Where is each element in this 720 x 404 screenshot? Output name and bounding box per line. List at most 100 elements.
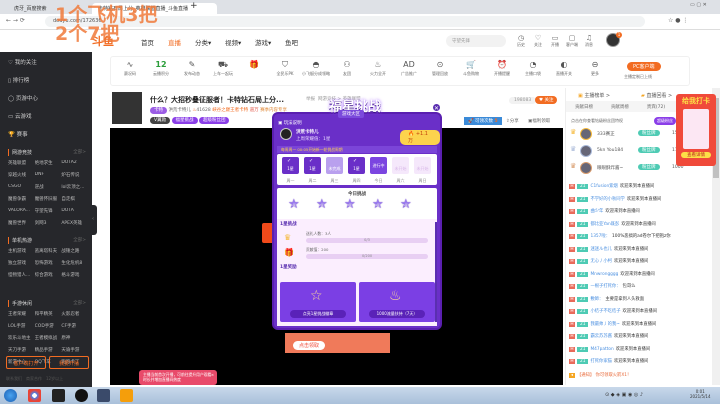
pc-client-button[interactable]: PC客户端 <box>627 62 661 71</box>
nav-home[interactable]: 首页 <box>141 37 154 47</box>
section-more-link[interactable]: 全部> <box>73 149 86 155</box>
toolbar-item[interactable]: ♨ 火力全开 <box>362 60 394 77</box>
toolbar-item[interactable]: ⊖ 更多 <box>579 60 611 77</box>
claim-button[interactable]: 🚀 可领次数 5 <box>464 117 502 125</box>
toolbar-item[interactable]: AD 广告推广 <box>393 60 425 77</box>
chat-username[interactable]: 不学好的小秋同学 <box>590 197 624 202</box>
chat-username[interactable]: Mnwrongggg <box>590 272 618 277</box>
chat-username[interactable]: 霸云苏苏酱 <box>590 334 611 339</box>
star-level[interactable]: ★ 5星 <box>400 197 412 212</box>
toolbar-item[interactable]: ◓ 小飞艇分成领略 <box>300 60 332 77</box>
sidebar-collapse-handle[interactable]: ‹ <box>92 205 97 235</box>
nav-yuba[interactable]: 鱼吧 <box>285 37 298 47</box>
category-link[interactable]: 英雄联盟 <box>8 160 35 166</box>
category-link[interactable]: 守望先锋 <box>35 208 62 214</box>
category-link[interactable]: 天刀手游 <box>8 347 35 353</box>
category-link[interactable]: CSGO <box>8 184 35 190</box>
boost-button[interactable]: 🔥 +1.1万 <box>400 130 440 145</box>
category-link[interactable]: CF手游 <box>61 323 88 329</box>
category-link[interactable]: 剑网3 <box>35 220 62 226</box>
category-link[interactable]: 魔兽争霸 <box>8 196 35 202</box>
super-fan-button[interactable]: 超级粉丝 <box>654 117 676 125</box>
category-link[interactable]: 恐怖游戏 <box>35 260 62 266</box>
toolbar-item[interactable]: ◐ 直播开关 <box>548 60 580 77</box>
anchor-rank-link[interactable]: ▣ 主播榜单 > <box>578 92 610 99</box>
star-level[interactable]: ★ 3星 <box>344 197 356 212</box>
browser-actions[interactable]: ☆ ● ⋮ <box>668 17 688 24</box>
category-link[interactable]: DOTA <box>61 208 88 214</box>
app-icon[interactable] <box>120 389 133 402</box>
video-banner[interactable]: 点击领取 <box>285 333 390 353</box>
chat-username[interactable]: 我最帅丿的我~ <box>590 322 619 327</box>
toolbar-item[interactable]: ⛉ 全民乐PK <box>269 60 301 77</box>
replay-link[interactable]: ▰ 直播回看 > <box>641 92 672 99</box>
checkin-ad[interactable]: 给我打卡 查看详情 <box>676 94 716 166</box>
category-link[interactable]: 逆战 <box>35 184 62 190</box>
chat-username[interactable]: 1357啦： <box>590 234 610 239</box>
tab-vip[interactable]: 贵宾(72) <box>647 104 665 110</box>
broadcast-button[interactable]: ▭ 开播 <box>547 34 563 48</box>
nav-live[interactable]: 直播 <box>168 37 181 47</box>
category-link[interactable]: 绝地求生 <box>35 160 62 166</box>
toolbar-item[interactable]: ⚇ 友团 <box>331 60 363 77</box>
category-link[interactable]: 王者模拟战 <box>35 335 62 341</box>
category-link[interactable]: 炉石传说 <box>61 172 88 178</box>
popup-scrollbar[interactable] <box>435 222 437 322</box>
chat-username[interactable]: C1fusion紫烟 <box>590 184 617 189</box>
category-link[interactable]: 逃离塔科夫 <box>35 248 62 254</box>
rules-link[interactable]: ▣ 玩法说明 <box>278 120 302 126</box>
category-link[interactable]: 综合游戏 <box>35 272 62 278</box>
category-link[interactable]: 精品手游 <box>35 347 62 353</box>
lucky-star-badge[interactable]: 福星挑战 <box>171 117 198 124</box>
category-link[interactable]: 欢乐斗地主 <box>8 335 35 341</box>
category-link[interactable]: 火影忍者 <box>61 311 88 317</box>
category-link[interactable]: COD手游 <box>35 323 62 329</box>
toolbar-item[interactable]: 🛒 斗鱼购物 <box>455 60 487 77</box>
category-link[interactable]: 战锤之路 <box>61 248 88 254</box>
category-link[interactable]: 王者荣耀 <box>8 311 35 317</box>
sidebar-item-cloudgame[interactable]: ▭ 云游戏 <box>8 112 31 120</box>
toolbar-item[interactable]: ∿ 赛况码 <box>114 60 146 77</box>
category-link[interactable]: 独立游戏 <box>8 260 35 266</box>
category-link[interactable]: DNF <box>35 172 62 178</box>
toolbar-item[interactable]: ⛟ 上车一起玩 <box>207 60 239 77</box>
category-link[interactable]: 原神 <box>61 335 88 341</box>
chat-username[interactable]: M47patton <box>590 347 613 352</box>
nav-video[interactable]: 视频▾ <box>225 37 241 47</box>
welfare-button[interactable]: ▣福利领取 <box>528 118 550 124</box>
category-link[interactable]: 魔兽怀旧服 <box>35 196 62 202</box>
lol-icon[interactable] <box>97 389 110 402</box>
chat-username[interactable]: 都比亚Yan既彭 <box>590 222 619 227</box>
section-more-link[interactable]: 全部> <box>73 237 86 243</box>
start-button[interactable] <box>4 389 17 402</box>
toolbar-item[interactable]: 🎁 <box>238 60 270 71</box>
new-tab-button[interactable]: + <box>190 1 198 11</box>
chat-username[interactable]: 无心丿小柯 <box>590 259 611 264</box>
message-button[interactable]: ♫ 消息 <box>581 34 597 48</box>
chat-username[interactable]: 迷迷ル也儿 <box>590 247 611 252</box>
toolbar-item[interactable]: ⏰ 开播提醒 <box>486 60 518 77</box>
category-link[interactable]: LOL手游 <box>8 323 35 329</box>
category-link[interactable]: APEX英雄 <box>61 220 88 226</box>
category-link[interactable]: 主机游戏 <box>8 248 35 254</box>
category-link[interactable]: 生化危机8 <box>61 260 88 266</box>
vip-badge[interactable]: V翼勋 <box>150 117 171 124</box>
category-link[interactable]: 和平精英 <box>35 311 62 317</box>
follow-button[interactable]: ♥ 关注 <box>535 96 558 104</box>
anchor-avatar[interactable] <box>112 92 142 124</box>
history-button[interactable]: ◷ 历史 <box>513 34 529 48</box>
star-level[interactable]: ★ 1星 <box>288 197 300 212</box>
toolbar-item[interactable]: ⊙ 管理回放 <box>424 60 456 77</box>
banner-button[interactable]: 点击领取 <box>293 341 326 350</box>
nav-game[interactable]: 游戏▾ <box>255 37 271 47</box>
chat-username[interactable]: 小桔子不吃桔子 <box>590 309 620 314</box>
tab-weekly[interactable]: 贡献周榜 <box>611 104 629 110</box>
nav-buttons[interactable]: ← → ⟳ <box>6 17 25 24</box>
clock[interactable]: 0:01 2021/5/14 <box>690 389 711 399</box>
sidebar-item-rank[interactable]: ▯ 排行榜 <box>8 76 29 84</box>
open-client-button[interactable]: 客户端打开 <box>6 356 46 369</box>
close-icon[interactable]: ✕ <box>432 103 441 112</box>
chat-username[interactable]: 曲少年 <box>590 209 603 214</box>
category-link[interactable]: 穿越火线 <box>8 172 35 178</box>
category-link[interactable]: lol云顶之... <box>61 184 88 190</box>
